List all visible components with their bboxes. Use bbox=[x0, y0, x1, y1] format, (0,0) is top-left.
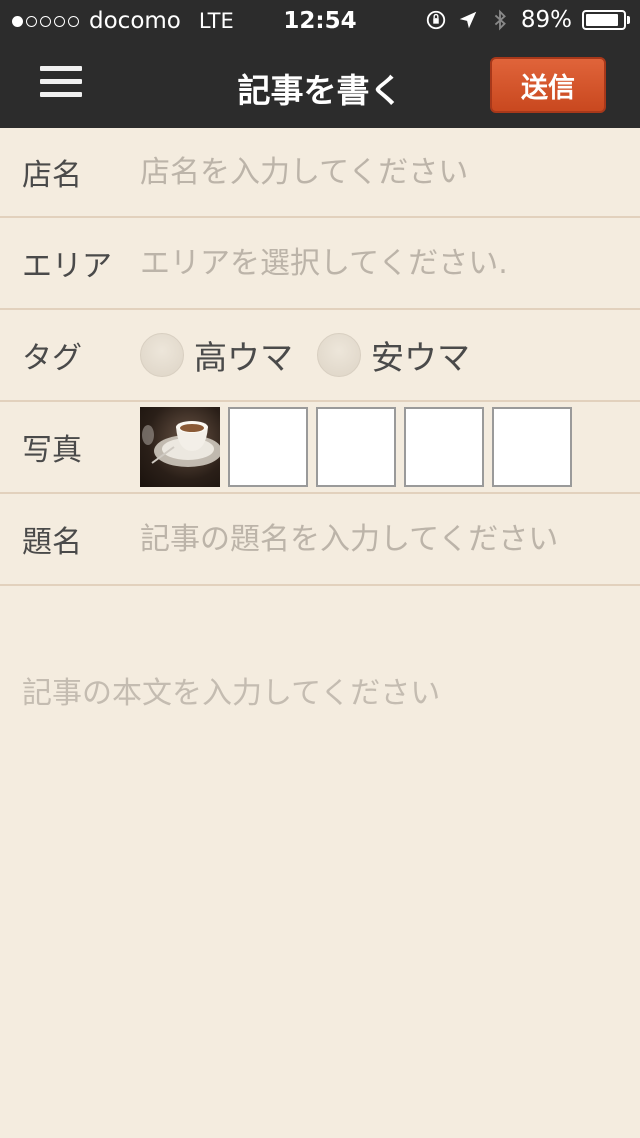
radio-button[interactable] bbox=[317, 333, 361, 377]
area-row: エリア bbox=[0, 218, 640, 310]
subject-label: 題名 bbox=[22, 525, 82, 560]
shop-name-row: 店名 bbox=[0, 128, 640, 218]
location-arrow-icon bbox=[459, 11, 477, 29]
status-right: 89% bbox=[425, 7, 630, 33]
photo-slot-empty[interactable] bbox=[316, 407, 396, 487]
photo-thumbnail[interactable] bbox=[140, 407, 220, 487]
bluetooth-icon bbox=[494, 9, 506, 31]
coffee-cup-photo bbox=[142, 421, 220, 467]
area-label: エリア bbox=[22, 249, 112, 284]
tag-option-takauma[interactable]: 高ウマ bbox=[140, 331, 293, 379]
photo-label: 写真 bbox=[22, 433, 82, 468]
tag-option-label: 安ウマ bbox=[371, 338, 470, 377]
tag-label: タグ bbox=[22, 341, 82, 376]
radio-button[interactable] bbox=[140, 333, 184, 377]
subject-input[interactable] bbox=[140, 521, 620, 557]
send-button[interactable]: 送信 bbox=[490, 57, 606, 113]
tag-option-label: 高ウマ bbox=[194, 338, 293, 377]
subject-row: 題名 bbox=[0, 494, 640, 586]
body-placeholder: 記事の本文を入力してください bbox=[22, 676, 441, 711]
status-bar: docomo LTE 12:54 89% bbox=[0, 0, 640, 42]
tag-option-yasuuma[interactable]: 安ウマ bbox=[317, 331, 470, 379]
article-body-textarea[interactable]: 記事の本文を入力してください bbox=[0, 590, 640, 1138]
area-select-input[interactable] bbox=[140, 245, 620, 281]
photo-slot-empty[interactable] bbox=[492, 407, 572, 487]
shop-name-input[interactable] bbox=[140, 154, 620, 190]
photo-slots bbox=[140, 407, 572, 487]
orientation-lock-icon bbox=[426, 10, 446, 30]
tag-radio-group: 高ウマ 安ウマ bbox=[140, 331, 494, 379]
photo-slot-empty[interactable] bbox=[404, 407, 484, 487]
battery-percent: 89% bbox=[520, 7, 572, 33]
navigation-bar: 記事を書く 送信 bbox=[0, 42, 640, 128]
photo-row: 写真 bbox=[0, 402, 640, 494]
shop-name-label: 店名 bbox=[22, 158, 82, 193]
photo-slot-empty[interactable] bbox=[228, 407, 308, 487]
battery-icon bbox=[582, 10, 630, 30]
tag-row: タグ 高ウマ 安ウマ bbox=[0, 310, 640, 402]
article-form: 店名 エリア タグ 高ウマ 安ウマ 写真 bbox=[0, 128, 640, 586]
